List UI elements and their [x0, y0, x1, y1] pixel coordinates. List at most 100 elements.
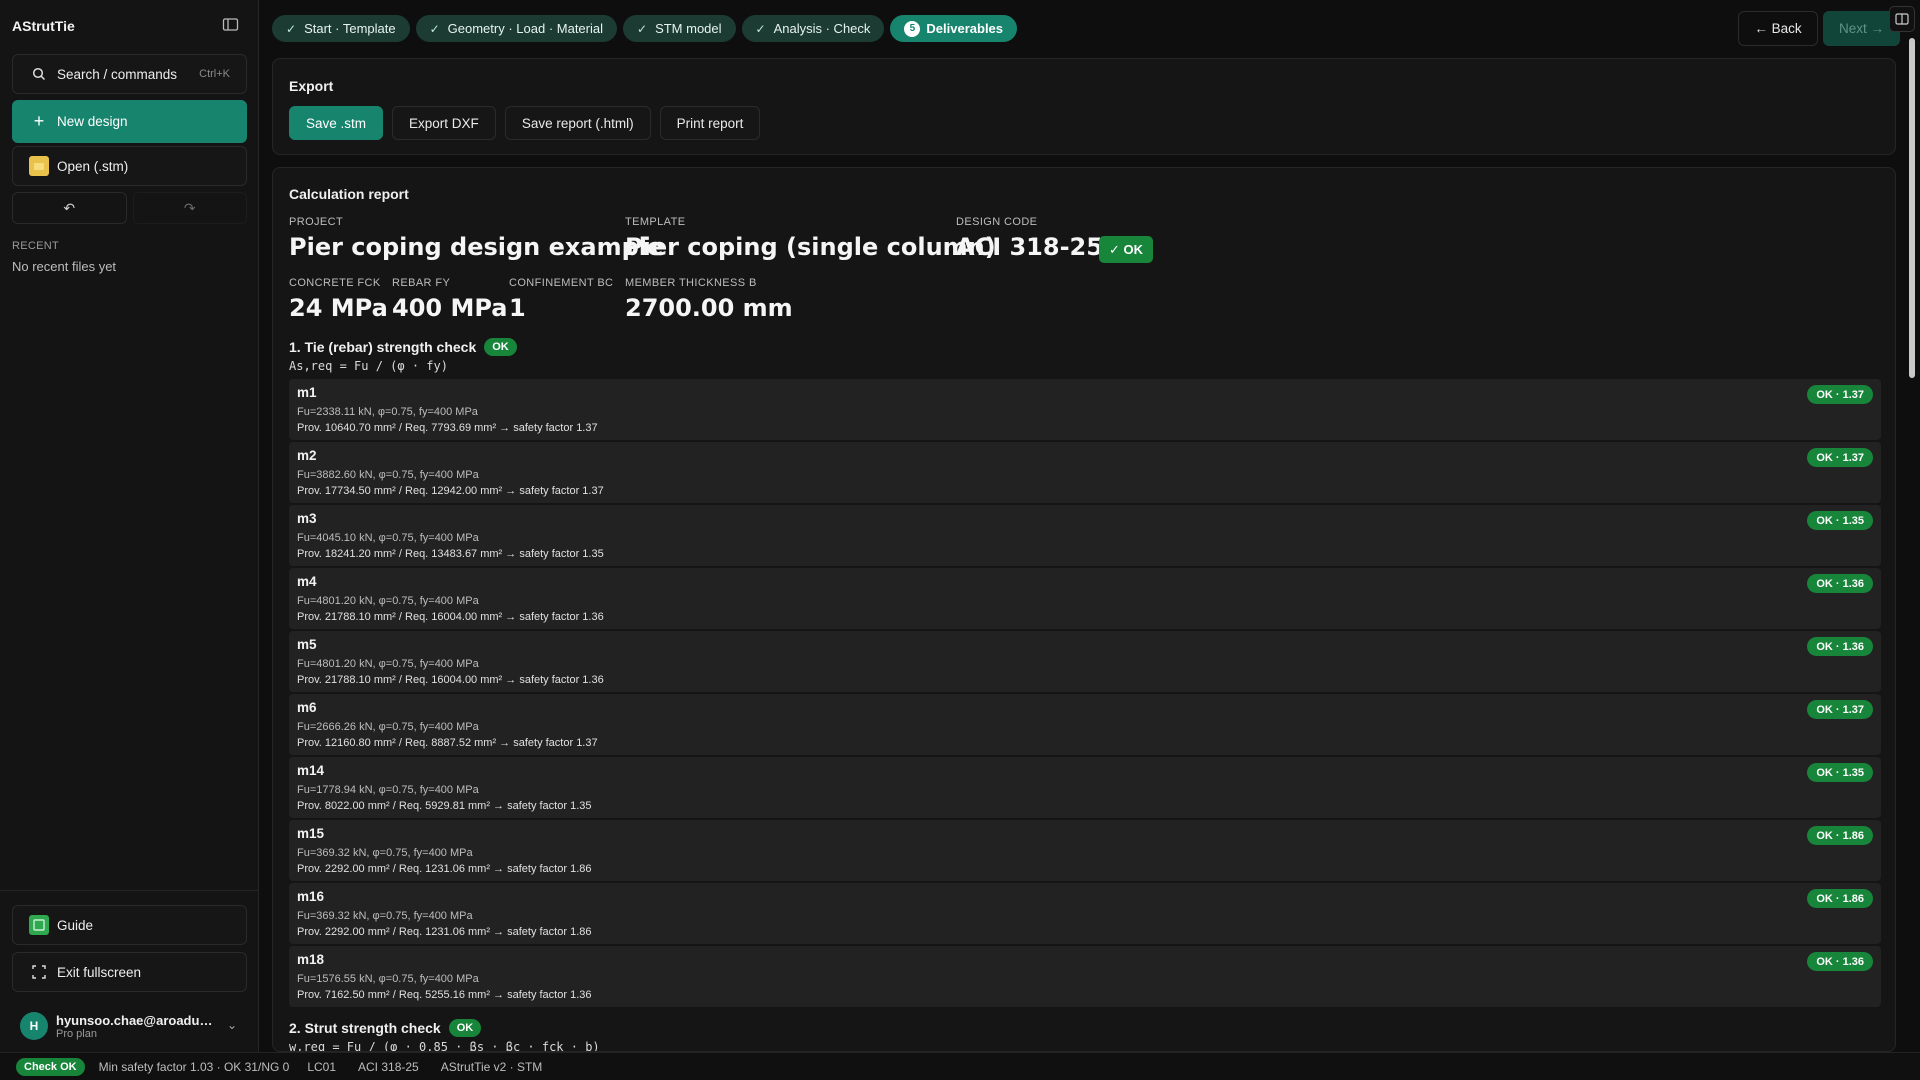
fck-label: CONCRETE FCK — [289, 277, 381, 289]
fy-label: REBAR FY — [392, 277, 451, 289]
member-forces: Fu=1778.94 kN, φ=0.75, fy=400 MPa — [297, 784, 479, 796]
calculation-report-card: Calculation report PROJECT Pier coping d… — [272, 167, 1896, 1052]
project-label: PROJECT — [289, 216, 344, 228]
list-item: m1 Fu=2338.11 kN, φ=0.75, fy=400 MPa Prov.… — [289, 379, 1881, 440]
save-stm-button[interactable]: Save .stm — [289, 106, 384, 140]
member-forces: Fu=3882.60 kN, φ=0.75, fy=400 MPa — [297, 469, 479, 481]
member-name: m4 — [297, 574, 317, 589]
list-item: m15 Fu=369.32 kN, φ=0.75, fy=400 MPa Prov.… — [289, 820, 1881, 881]
member-name: m6 — [297, 700, 317, 715]
list-item: m3 Fu=4045.10 kN, φ=0.75, fy=400 MPa Prov.… — [289, 505, 1881, 566]
print-report-button[interactable]: Print report — [659, 106, 761, 140]
step-geometry-load-material[interactable]: ✓ Geometry · Load · Material — [415, 15, 617, 42]
bc-label: CONFINEMENT BC — [509, 277, 614, 289]
list-item: m14 Fu=1778.94 kN, φ=0.75, fy=400 MPa Prov… — [289, 757, 1881, 818]
scrollbar-thumb[interactable] — [1909, 38, 1915, 378]
list-item: m5 Fu=4801.20 kN, φ=0.75, fy=400 MPa Prov.… — [289, 631, 1881, 692]
user-plan: Pro plan — [56, 1027, 97, 1040]
exit-fullscreen-button[interactable]: Exit fullscreen — [12, 952, 247, 992]
step-label: STM model — [655, 21, 722, 36]
avatar: H — [20, 1012, 48, 1040]
folder-icon — [29, 156, 49, 176]
panel-toggle-icon[interactable] — [1889, 6, 1915, 32]
export-dxf-button[interactable]: Export DXF — [392, 106, 496, 140]
member-name: m3 — [297, 511, 317, 526]
tie-check-heading: 1. Tie (rebar) strength check OK — [289, 338, 517, 356]
step-number: 5 — [904, 20, 921, 37]
design-code-label: DESIGN CODE — [956, 216, 1038, 228]
thickness-label: MEMBER THICKNESS B — [625, 277, 757, 289]
user-email: hyunsoo.chae@aroadus… — [56, 1012, 216, 1028]
status-bar: Check OK Min safety factor 1.03 · OK 31/… — [0, 1052, 1920, 1080]
undo-icon: ↶ — [63, 199, 76, 216]
member-forces: Fu=369.32 kN, φ=0.75, fy=400 MPa — [297, 847, 473, 859]
member-name: m1 — [297, 385, 317, 400]
member-result: Prov. 2292.00 mm² / Req. 1231.06 mm² → s… — [297, 926, 592, 938]
export-buttons: Save .stm Export DXF Save report (.html)… — [289, 106, 761, 140]
plus-icon: + — [33, 111, 45, 131]
wizard-steps: ✓ Start · Template ✓ Geometry · Load · Mat… — [272, 15, 1018, 42]
recent-label: RECENT — [12, 240, 60, 252]
export-title: Export — [289, 78, 334, 94]
member-name: m5 — [297, 637, 317, 652]
member-name: m18 — [297, 952, 325, 967]
member-name: m2 — [297, 448, 317, 463]
check-status-badge: Check OK — [16, 1057, 85, 1076]
thickness-value: 2700.00 mm — [625, 294, 793, 322]
step-stm-model[interactable]: ✓ STM model — [623, 15, 736, 42]
step-deliverables[interactable]: 5 Deliverables — [890, 15, 1018, 42]
member-result: Prov. 21788.10 mm² / Req. 16004.00 mm² →… — [297, 674, 604, 686]
guide-button[interactable]: Guide — [12, 905, 247, 945]
sidebar: AStrutTie Search / commands Ctrl+K + New… — [0, 0, 259, 1052]
tie-formula: As,req = Fu / (φ · fy) — [289, 359, 448, 373]
member-result: Prov. 12160.80 mm² / Req. 8887.52 mm² → … — [297, 737, 598, 749]
check-icon: ✓ — [755, 21, 766, 36]
member-forces: Fu=4801.20 kN, φ=0.75, fy=400 MPa — [297, 595, 479, 607]
member-forces: Fu=4801.20 kN, φ=0.75, fy=400 MPa — [297, 658, 479, 670]
app-title: AStrutTie — [12, 18, 75, 34]
tie-check-title: 1. Tie (rebar) strength check — [289, 339, 477, 355]
guide-icon — [29, 915, 49, 935]
back-button[interactable]: ← Back — [1738, 11, 1818, 46]
member-result: Prov. 18241.20 mm² / Req. 13483.67 mm² →… — [297, 548, 604, 560]
chevron-down-icon: ⌄ — [226, 1018, 237, 1032]
member-forces: Fu=369.32 kN, φ=0.75, fy=400 MPa — [297, 910, 473, 922]
design-code-status-badge: ✓ OK — [1099, 236, 1154, 263]
sidebar-collapse-icon[interactable] — [222, 17, 240, 33]
status-badge: OK · 1.86 — [1807, 826, 1873, 845]
check-icon: ✓ — [637, 21, 648, 36]
save-report-button[interactable]: Save report (.html) — [504, 106, 651, 140]
redo-icon: ↷ — [183, 199, 196, 216]
redo-button[interactable]: ↷ — [132, 192, 247, 224]
sidebar-divider — [0, 890, 259, 891]
step-analysis-check[interactable]: ✓ Analysis · Check — [741, 15, 885, 42]
member-result: Prov. 8022.00 mm² / Req. 5929.81 mm² → s… — [297, 800, 592, 812]
status-badge: OK · 1.36 — [1807, 952, 1873, 971]
status-badge: OK · 1.86 — [1807, 889, 1873, 908]
strut-formula: w,req = Fu / (φ · 0.85 · βs · βc · fck ·… — [289, 1040, 600, 1052]
open-file-button[interactable]: Open (.stm) — [12, 146, 247, 186]
member-result: Prov. 10640.70 mm² / Req. 7793.69 mm² → … — [297, 422, 598, 434]
step-start-template[interactable]: ✓ Start · Template — [272, 15, 410, 42]
check-icon: ✓ — [429, 21, 440, 36]
strut-check-title: 2. Strut strength check — [289, 1020, 441, 1036]
step-label: Deliverables — [926, 21, 1004, 36]
status-badge: OK · 1.35 — [1807, 763, 1873, 782]
status-code: ACI 318-25 — [358, 1059, 419, 1074]
strut-check-status-badge: OK — [448, 1019, 482, 1037]
status-loadcase: LC01 — [307, 1059, 337, 1074]
step-label: Geometry · Load · Material — [447, 21, 603, 36]
undo-button[interactable]: ↶ — [12, 192, 127, 224]
design-code: ACI 318-25 — [956, 233, 1103, 261]
search-commands-button[interactable]: Search / commands Ctrl+K — [12, 54, 247, 94]
undo-redo-group: ↶ ↷ — [12, 192, 247, 224]
user-menu[interactable]: H hyunsoo.chae@aroadus… Pro plan ⌄ — [20, 1006, 245, 1046]
member-result: Prov. 2292.00 mm² / Req. 1231.06 mm² → s… — [297, 863, 592, 875]
member-result: Prov. 17734.50 mm² / Req. 12942.00 mm² →… — [297, 485, 604, 497]
status-badge: OK · 1.37 — [1807, 448, 1873, 467]
new-design-button[interactable]: + New design — [12, 100, 247, 143]
list-item: m2 Fu=3882.60 kN, φ=0.75, fy=400 MPa Prov.… — [289, 442, 1881, 503]
bc-value: 1 — [509, 294, 526, 322]
tie-check-status-badge: OK — [484, 338, 517, 356]
open-label: Open (.stm) — [57, 158, 129, 174]
